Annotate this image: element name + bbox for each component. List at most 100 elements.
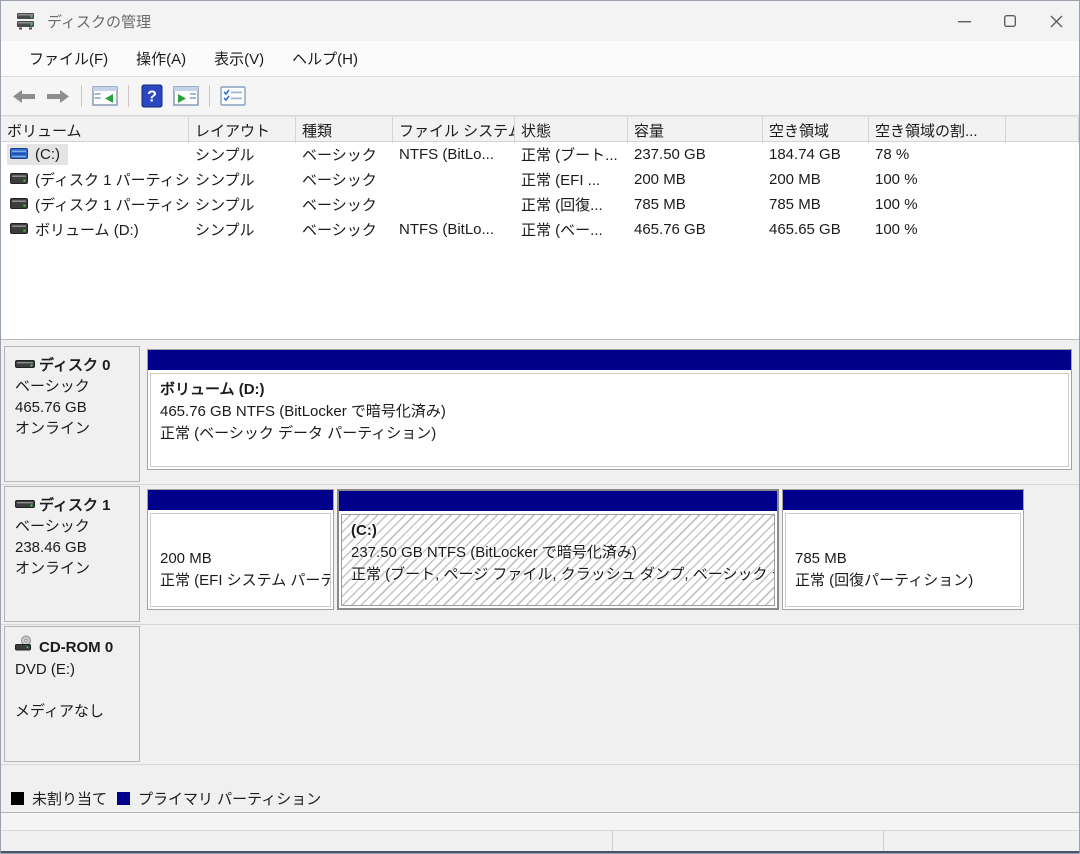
disk-management-window: ディスクの管理 ファイル(F) 操作(A) 表示(V) ヘルプ(H) [0, 0, 1080, 854]
disk-size: 238.46 GB [15, 537, 133, 558]
cell-capacity: 785 MB [628, 192, 763, 217]
toolbar-separator [81, 85, 82, 107]
cell-status: 正常 (回復... [515, 192, 628, 217]
cell-type: ベーシック [296, 192, 393, 217]
cell-free: 200 MB [763, 167, 869, 192]
primary-partition-band [783, 490, 1023, 510]
graphical-view-pane: ディスク 0 ベーシック 465.76 GB オンライン ボリューム (D:) … [1, 340, 1079, 785]
table-row[interactable]: (ディスク 1 パーティシ... シンプル ベーシック 正常 (EFI ... … [1, 167, 1079, 192]
cell-percent: 100 % [869, 217, 1006, 242]
cell-type: ベーシック [296, 142, 393, 167]
disk-icon [15, 355, 35, 376]
primary-partition-swatch [117, 792, 130, 805]
col-volume[interactable]: ボリューム [1, 117, 189, 143]
col-type[interactable]: 種類 [296, 117, 393, 143]
col-layout[interactable]: レイアウト [189, 117, 296, 143]
cdrom-header[interactable]: CD-ROM 0 DVD (E:) メディアなし [4, 626, 140, 762]
toolbar-separator [209, 85, 210, 107]
partition-size-line: 785 MB [795, 548, 1011, 570]
partition-d[interactable]: ボリューム (D:) 465.76 GB NTFS (BitLocker で暗号… [147, 349, 1072, 470]
disk1-bar: 200 MB 正常 (EFI システム パーテ (C:) 237.50 GB N… [147, 489, 1072, 612]
partition-status-line: 正常 (ブート, ページ ファイル, クラッシュ ダンプ, ベーシック データ … [351, 564, 765, 586]
disk-status: オンライン [15, 558, 133, 579]
toolbar-separator [128, 85, 129, 107]
volume-icon [10, 171, 28, 188]
frame-strip [1, 813, 1079, 831]
table-row[interactable]: (C:) シンプル ベーシック NTFS (BitLo... 正常 (ブート..… [1, 142, 1079, 167]
legend-bar: 未割り当て プライマリ パーティション [1, 785, 1079, 813]
show-hide-icon[interactable] [171, 82, 201, 110]
table-row[interactable]: (ディスク 1 パーティシ... シンプル ベーシック 正常 (回復... 78… [1, 192, 1079, 217]
volume-name: (ディスク 1 パーティシ... [35, 194, 189, 215]
maximize-button[interactable] [987, 1, 1033, 41]
cell-filesystem: NTFS (BitLo... [393, 217, 515, 242]
table-row[interactable]: ボリューム (D:) シンプル ベーシック NTFS (BitLo... 正常 … [1, 217, 1079, 242]
disk1-header[interactable]: ディスク 1 ベーシック 238.46 GB オンライン [4, 486, 140, 622]
help-icon[interactable]: ? [137, 82, 167, 110]
properties-icon[interactable] [218, 82, 248, 110]
status-segment [613, 831, 884, 851]
col-filesystem[interactable]: ファイル システム [393, 117, 515, 143]
disk0-row: ディスク 0 ベーシック 465.76 GB オンライン ボリューム (D:) … [1, 345, 1079, 485]
cell-filesystem [393, 167, 515, 192]
back-icon[interactable] [9, 82, 39, 110]
cdrom-name: CD-ROM 0 [39, 637, 113, 658]
disk-size: 465.76 GB [15, 397, 133, 418]
menu-action[interactable]: 操作(A) [122, 42, 200, 75]
primary-partition-band [148, 490, 333, 510]
cell-status: 正常 (ベー... [515, 217, 628, 242]
minimize-button[interactable] [941, 1, 987, 41]
menu-bar: ファイル(F) 操作(A) 表示(V) ヘルプ(H) [1, 41, 1079, 77]
partition-status-line: 正常 (ベーシック データ パーティション) [160, 423, 1059, 445]
partition-efi[interactable]: 200 MB 正常 (EFI システム パーテ [147, 489, 334, 610]
window-controls [941, 1, 1079, 41]
cell-free: 785 MB [763, 192, 869, 217]
col-free[interactable]: 空き領域 [763, 117, 869, 143]
legend-primary-partition: プライマリ パーティション [117, 788, 321, 809]
status-segment [1, 831, 613, 851]
cell-layout: シンプル [189, 192, 296, 217]
col-capacity[interactable]: 容量 [628, 117, 763, 143]
disk-icon [15, 495, 35, 516]
volume-name: ボリューム (D:) [35, 219, 139, 240]
cdrom-icon [15, 635, 35, 659]
partition-c-selected[interactable]: (C:) 237.50 GB NTFS (BitLocker で暗号化済み) 正… [337, 489, 779, 610]
title-bar: ディスクの管理 [1, 1, 1079, 41]
legend-unallocated: 未割り当て [11, 788, 107, 809]
partition-size-line: 200 MB [160, 548, 321, 570]
col-status[interactable]: 状態 [515, 117, 628, 143]
volume-name: (ディスク 1 パーティシ... [35, 169, 189, 190]
partition-status-line: 正常 (EFI システム パーテ [160, 570, 321, 592]
volume-table-header: ボリューム レイアウト 種類 ファイル システム 状態 容量 空き領域 空き領域… [1, 116, 1079, 142]
partition-recovery[interactable]: 785 MB 正常 (回復パーティション) [782, 489, 1024, 610]
volume-list-pane: ボリューム レイアウト 種類 ファイル システム 状態 容量 空き領域 空き領域… [1, 116, 1079, 340]
cell-free: 184.74 GB [763, 142, 869, 167]
console-tree-icon[interactable] [90, 82, 120, 110]
cell-type: ベーシック [296, 167, 393, 192]
disk-kind: ベーシック [15, 376, 133, 397]
close-button[interactable] [1033, 1, 1079, 41]
cell-status: 正常 (EFI ... [515, 167, 628, 192]
cell-filesystem [393, 192, 515, 217]
primary-partition-band [339, 491, 777, 511]
partition-title: (C:) [351, 520, 765, 542]
col-extra [1006, 117, 1079, 143]
svg-text:?: ? [147, 89, 157, 106]
cdrom-drive-letter: DVD (E:) [15, 659, 133, 680]
col-free-percent[interactable]: 空き領域の割... [869, 117, 1006, 143]
cdrom-media-status: メディアなし [15, 701, 133, 722]
cell-status: 正常 (ブート... [515, 142, 628, 167]
menu-view[interactable]: 表示(V) [200, 42, 278, 75]
cell-capacity: 200 MB [628, 167, 763, 192]
cell-layout: シンプル [189, 142, 296, 167]
partition-size-line: 237.50 GB NTFS (BitLocker で暗号化済み) [351, 542, 765, 564]
disk0-header[interactable]: ディスク 0 ベーシック 465.76 GB オンライン [4, 346, 140, 482]
volume-icon [10, 146, 28, 163]
menu-help[interactable]: ヘルプ(H) [278, 42, 372, 75]
cell-layout: シンプル [189, 167, 296, 192]
forward-icon[interactable] [43, 82, 73, 110]
partition-size-line: 465.76 GB NTFS (BitLocker で暗号化済み) [160, 401, 1059, 423]
cell-capacity: 465.76 GB [628, 217, 763, 242]
cell-capacity: 237.50 GB [628, 142, 763, 167]
menu-file[interactable]: ファイル(F) [15, 42, 122, 75]
